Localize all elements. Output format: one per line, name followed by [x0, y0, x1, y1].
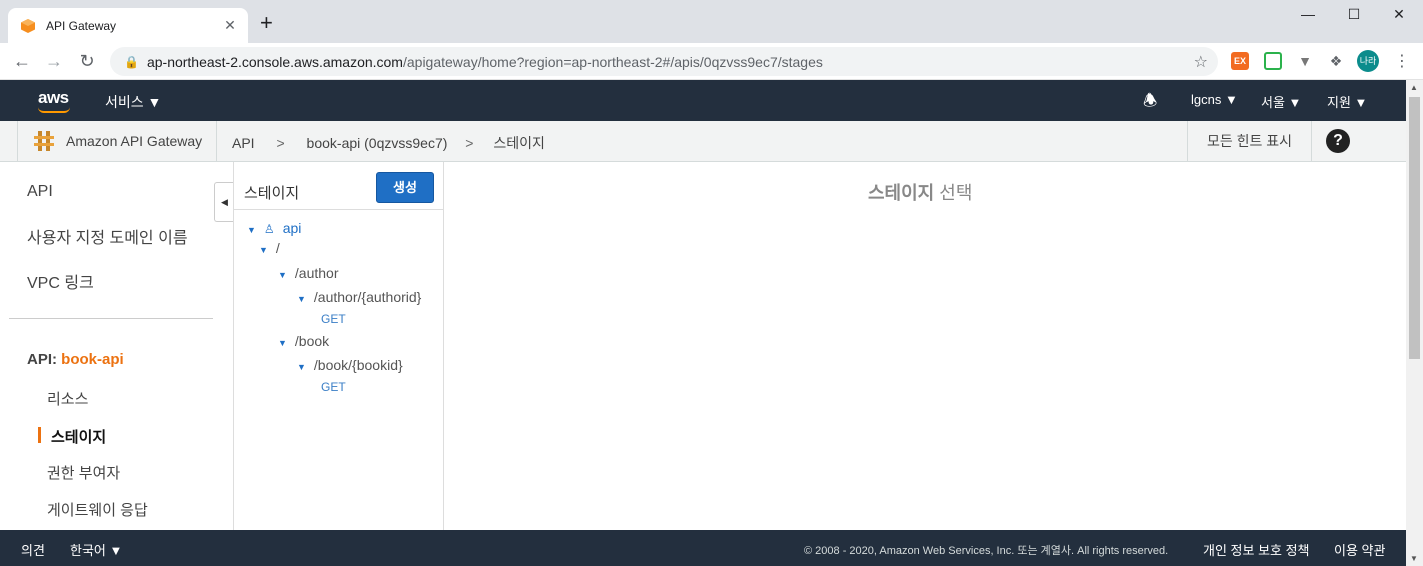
main-placeholder-title: 스테이지 선택: [868, 179, 972, 205]
scroll-up-icon[interactable]: ▲: [1410, 83, 1418, 92]
tree-stage-api[interactable]: ▼ ♙ api: [247, 220, 301, 236]
breadcrumb-book-api[interactable]: book-api (0qzvss9ec7): [307, 135, 448, 151]
nav-current-api: API: book-api: [27, 351, 124, 368]
api-gateway-favicon-icon: [21, 18, 35, 33]
expand-icon[interactable]: ▼: [278, 270, 287, 280]
support-menu[interactable]: 지원 ▼: [1327, 92, 1367, 111]
collapse-nav-button[interactable]: ◀: [214, 182, 234, 222]
aws-top-nav: aws 서비스 ▼ 🕭 lgcns ▼ 서울 ▼ 지원 ▼: [0, 80, 1406, 121]
address-bar[interactable]: 🔒 ap-northeast-2.console.aws.amazon.com /…: [110, 47, 1218, 76]
service-subnav: Amazon API Gateway API > book-api (0qzvs…: [0, 121, 1406, 162]
expand-icon[interactable]: ▼: [259, 245, 268, 255]
console-footer: 의견 한국어 ▼ © 2008 - 2020, Amazon Web Servi…: [0, 530, 1406, 566]
expand-icon[interactable]: ▼: [297, 294, 306, 304]
nav-resources[interactable]: 리소스: [47, 388, 88, 409]
main-title-rest: 선택: [939, 183, 973, 203]
extensions-puzzle-icon[interactable]: ❖: [1327, 52, 1345, 70]
create-stage-button[interactable]: 생성: [376, 172, 434, 203]
expand-icon[interactable]: ▼: [297, 362, 306, 372]
privacy-policy-link[interactable]: 개인 정보 보호 정책: [1203, 540, 1310, 559]
nav-custom-domain-names[interactable]: 사용자 지정 도메인 이름: [27, 224, 188, 248]
extension-ex-icon[interactable]: EX: [1231, 52, 1249, 70]
scroll-down-icon[interactable]: ▼: [1410, 554, 1418, 563]
nav-active-indicator: [38, 427, 41, 443]
stage-name: api: [282, 220, 302, 236]
nav-api-name: book-api: [61, 351, 124, 368]
lock-icon: 🔒: [124, 54, 139, 69]
reload-icon[interactable]: ↻: [75, 50, 99, 72]
nav-apis[interactable]: API: [27, 183, 53, 201]
stage-icon: ♙: [263, 222, 275, 236]
nav-authorizers[interactable]: 권한 부여자: [47, 462, 120, 483]
aws-logo[interactable]: aws: [38, 88, 69, 108]
breadcrumb-separator: >: [465, 135, 474, 151]
tree-root-resource[interactable]: ▼ /: [259, 240, 280, 256]
language-selector[interactable]: 한국어 ▼: [70, 540, 122, 559]
terms-link[interactable]: 이용 약관: [1334, 540, 1385, 559]
resource-path: /book/{bookid}: [313, 357, 403, 373]
copyright-text: © 2008 - 2020, Amazon Web Services, Inc.…: [804, 545, 1169, 557]
maximize-icon[interactable]: ☐: [1331, 6, 1377, 26]
region-menu[interactable]: 서울 ▼: [1261, 92, 1301, 111]
account-menu[interactable]: lgcns ▼: [1191, 92, 1238, 107]
url-path: /apigateway/home?region=ap-northeast-2#/…: [402, 53, 823, 70]
minimize-icon[interactable]: —: [1285, 6, 1331, 26]
resource-path: /book: [294, 333, 330, 349]
tree-method-get[interactable]: GET: [321, 380, 346, 394]
breadcrumb: API > book-api (0qzvss9ec7) > 스테이지: [232, 133, 557, 153]
extension-v-icon[interactable]: ▼: [1296, 52, 1314, 70]
tree-author-resource[interactable]: ▼ /author: [278, 265, 339, 281]
service-name: Amazon API Gateway: [66, 133, 203, 149]
close-tab-icon[interactable]: ✕: [222, 17, 238, 34]
browser-toolbar: ← → ↻ 🔒 ap-northeast-2.console.aws.amazo…: [0, 43, 1423, 80]
expand-icon[interactable]: ▼: [278, 338, 287, 348]
new-tab-button[interactable]: +: [260, 12, 273, 34]
tab-title: API Gateway: [46, 18, 117, 33]
breadcrumb-stages: 스테이지: [493, 135, 545, 151]
stages-panel: 스테이지 생성 ▼ ♙ api ▼ / ▼/author ▼/author/{auth…: [233, 162, 444, 530]
browser-tab-bar: API Gateway ✕ + — ☐ ✕: [0, 0, 1423, 43]
help-icon[interactable]: ?: [1326, 129, 1350, 153]
nav-vpc-links[interactable]: VPC 링크: [27, 269, 94, 293]
bookmark-star-icon[interactable]: ☆: [1194, 52, 1208, 72]
nav-gateway-responses[interactable]: 게이트웨이 응답: [47, 499, 148, 520]
panel-divider: [234, 209, 444, 210]
services-menu[interactable]: 서비스 ▼: [105, 92, 161, 112]
tree-bookid-resource[interactable]: ▼ /book/{bookid}: [297, 357, 403, 373]
show-all-hints-button[interactable]: 모든 힌트 표시: [1187, 121, 1312, 161]
tree-authorid-resource[interactable]: ▼ /author/{authorid}: [297, 289, 421, 305]
resource-path: /author: [294, 265, 339, 281]
service-home-link[interactable]: Amazon API Gateway: [17, 121, 217, 161]
tree-book-resource[interactable]: ▼ /book: [278, 333, 329, 349]
expand-icon[interactable]: ▼: [247, 225, 256, 235]
forward-icon[interactable]: →: [42, 50, 66, 72]
extension-green-icon[interactable]: [1264, 52, 1282, 70]
left-navigation: API 사용자 지정 도메인 이름 VPC 링크 API: book-api 리…: [0, 162, 233, 530]
nav-stages[interactable]: 스테이지: [51, 426, 106, 447]
profile-avatar[interactable]: 나라: [1357, 50, 1379, 72]
stages-panel-title: 스테이지: [244, 185, 300, 202]
resource-path: /author/{authorid}: [313, 289, 422, 305]
scrollbar-thumb[interactable]: [1409, 97, 1420, 359]
main-title-bold: 스테이지: [868, 183, 935, 203]
resource-path: /: [275, 240, 280, 256]
aws-logo-smile-icon: [38, 107, 70, 113]
tree-method-get[interactable]: GET: [321, 312, 346, 326]
page-scrollbar[interactable]: ▲ ▼: [1406, 80, 1423, 566]
nav-divider: [9, 318, 213, 319]
nav-api-prefix: API:: [27, 351, 57, 368]
feedback-link[interactable]: 의견: [21, 540, 45, 559]
browser-menu-icon[interactable]: ⋮: [1394, 51, 1410, 71]
breadcrumb-separator: >: [276, 135, 285, 151]
api-gateway-service-icon: [34, 131, 54, 151]
back-icon[interactable]: ←: [10, 50, 34, 72]
close-window-icon[interactable]: ✕: [1376, 6, 1422, 26]
breadcrumb-api[interactable]: API: [232, 135, 255, 151]
browser-tab[interactable]: API Gateway ✕: [8, 8, 248, 43]
notification-bell-icon[interactable]: 🕭: [1143, 90, 1157, 117]
url-host: ap-northeast-2.console.aws.amazon.com: [146, 53, 403, 70]
